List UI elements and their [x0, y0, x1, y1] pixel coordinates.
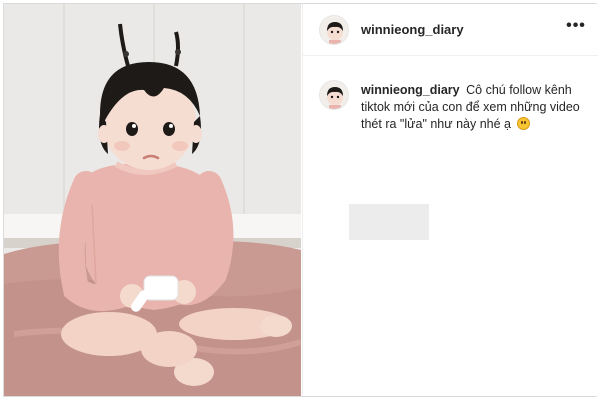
avatar[interactable]	[319, 80, 349, 110]
avatar-image	[320, 81, 348, 109]
caption-text-block: winnieong_diary Cô chú follow kênh tikto…	[361, 82, 583, 133]
post-header: winnieong_diary •••	[303, 4, 598, 56]
avatar[interactable]	[319, 15, 349, 45]
post-photo[interactable]	[4, 4, 301, 396]
more-options-icon[interactable]: •••	[566, 18, 586, 38]
post-side-panel: winnieong_diary ••• winnieong_diary Cô c…	[302, 4, 598, 396]
avatar-image	[320, 16, 348, 44]
post-username[interactable]: winnieong_diary	[361, 22, 464, 37]
baby-photo-illustration	[4, 4, 301, 396]
grinning-face-emoji-icon	[516, 117, 530, 130]
caption-username[interactable]: winnieong_diary	[361, 83, 460, 97]
loading-placeholder	[349, 204, 429, 240]
